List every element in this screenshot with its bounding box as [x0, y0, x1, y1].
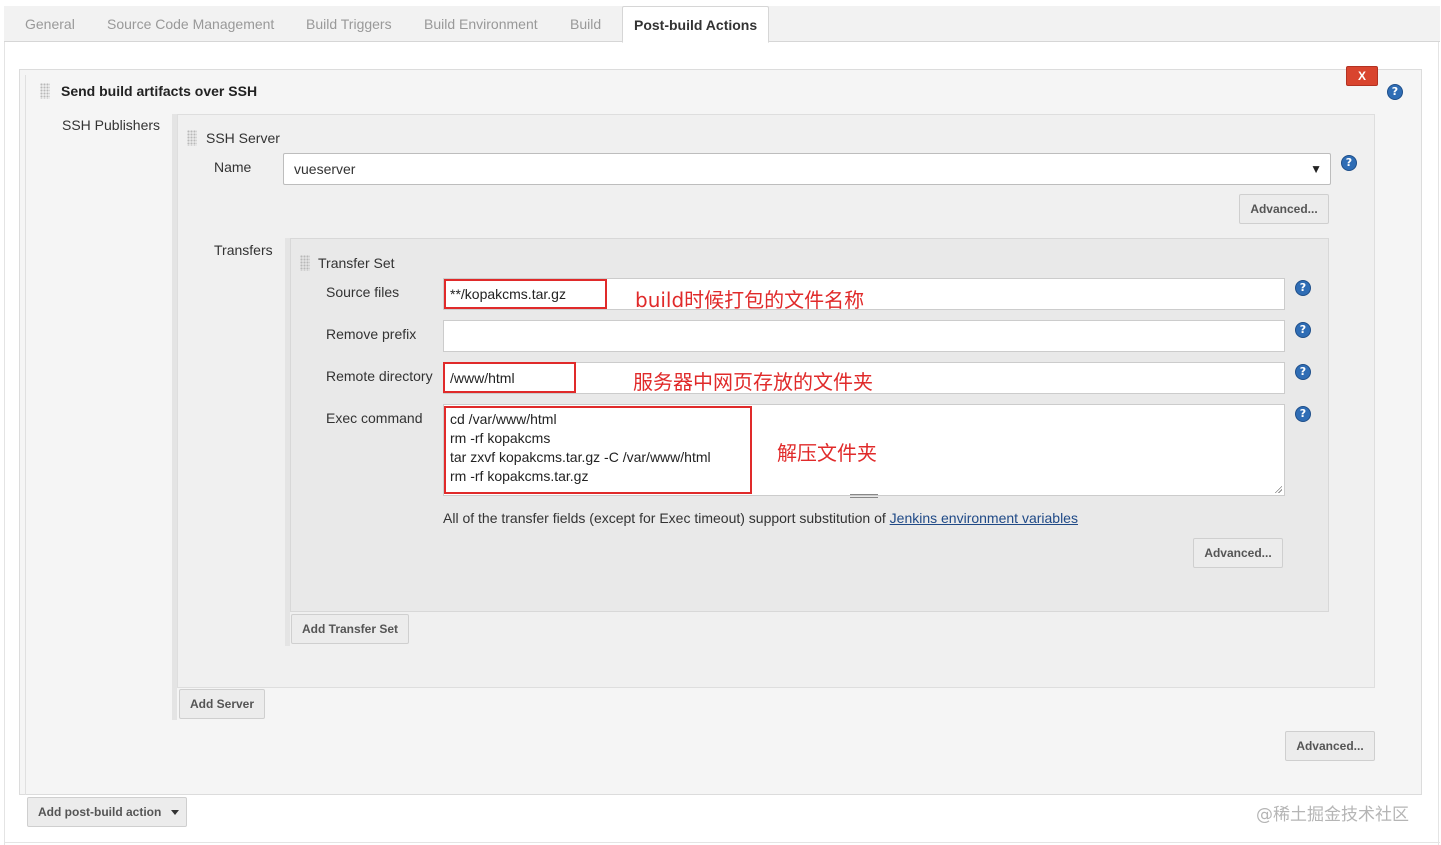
substitution-note-text: All of the transfer fields (except for E…	[443, 510, 890, 526]
jenkins-env-vars-link[interactable]: Jenkins environment variables	[890, 510, 1078, 526]
drag-handle-icon[interactable]	[40, 83, 50, 99]
ssh-server-select-value: vueserver	[294, 161, 356, 177]
source-files-label: Source files	[326, 284, 400, 300]
ssh-server-advanced-button[interactable]: Advanced...	[1239, 194, 1329, 224]
help-icon[interactable]: ?	[1387, 84, 1403, 100]
tab-post-build-actions[interactable]: Post-build Actions	[622, 6, 770, 43]
transfer-advanced-button[interactable]: Advanced...	[1193, 538, 1283, 568]
delete-section-button[interactable]: X	[1346, 66, 1378, 86]
section-title: Send build artifacts over SSH	[61, 83, 258, 99]
add-server-button[interactable]: Add Server	[179, 689, 265, 719]
caret-down-icon	[171, 810, 180, 816]
page-border-right	[1438, 42, 1439, 845]
remove-prefix-input[interactable]	[443, 320, 1285, 352]
add-transfer-set-button[interactable]: Add Transfer Set	[291, 614, 409, 644]
help-icon[interactable]: ?	[1295, 322, 1311, 338]
tab-build-triggers[interactable]: Build Triggers	[306, 6, 392, 42]
help-icon[interactable]: ?	[1295, 280, 1311, 296]
remote-directory-label: Remote directory	[326, 368, 433, 384]
watermark: @稀土掘金技术社区	[1256, 805, 1409, 825]
section-divider	[25, 75, 26, 795]
annotation-box-remote-directory	[443, 362, 576, 393]
bottom-border	[4, 842, 1440, 843]
textarea-grabber[interactable]	[850, 494, 878, 498]
name-label: Name	[214, 159, 252, 175]
substitution-note: All of the transfer fields (except for E…	[443, 510, 1078, 526]
help-icon[interactable]: ?	[1295, 364, 1311, 380]
chevron-down-icon: ▼	[1310, 162, 1322, 176]
transfer-set-title: Transfer Set	[318, 255, 395, 271]
help-icon[interactable]: ?	[1295, 406, 1311, 422]
help-icon[interactable]: ?	[1341, 155, 1357, 171]
page-border-left	[4, 42, 5, 845]
remove-prefix-label: Remove prefix	[326, 326, 417, 342]
add-post-build-action-label: Add post-build action	[38, 805, 162, 819]
ssh-server-select[interactable]: vueserver ▼	[283, 153, 1331, 185]
tab-general[interactable]: General	[25, 6, 75, 42]
annotation-remote-directory: 服务器中网页存放的文件夹	[633, 370, 873, 394]
section-advanced-button[interactable]: Advanced...	[1285, 731, 1375, 761]
ssh-server-title: SSH Server	[206, 130, 280, 146]
resize-handle-icon[interactable]	[1274, 485, 1282, 493]
annotation-box-source-files	[444, 279, 607, 309]
annotation-exec-command: 解压文件夹	[777, 441, 877, 465]
tab-build[interactable]: Build	[570, 6, 601, 42]
add-post-build-action-button[interactable]: Add post-build action	[27, 797, 187, 827]
annotation-box-exec-command	[444, 406, 752, 494]
drag-handle-icon[interactable]	[187, 130, 197, 146]
annotation-source-files: build时候打包的文件名称	[635, 288, 865, 312]
drag-handle-icon[interactable]	[300, 255, 310, 271]
exec-command-label: Exec command	[326, 410, 423, 426]
transfers-label: Transfers	[214, 242, 273, 258]
tab-build-environment[interactable]: Build Environment	[424, 6, 538, 42]
tab-source-code-management[interactable]: Source Code Management	[107, 6, 274, 42]
tab-bar: General Source Code Management Build Tri…	[4, 6, 1440, 43]
ssh-publishers-label: SSH Publishers	[62, 117, 161, 133]
